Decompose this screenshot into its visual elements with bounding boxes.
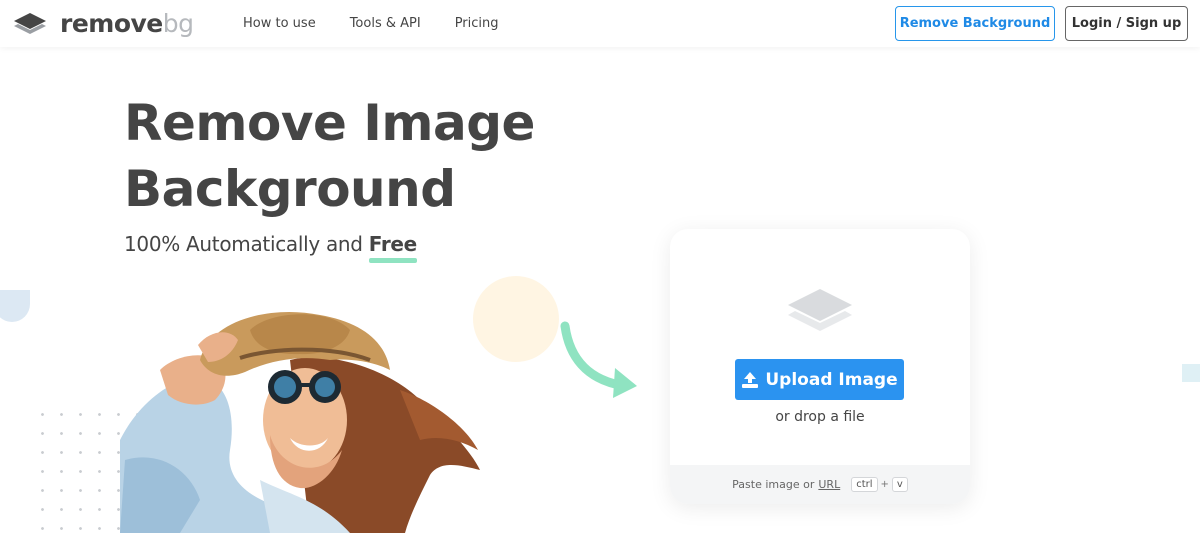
logo-word-remove: remove [60,9,163,38]
nav-tools-api[interactable]: Tools & API [350,15,421,32]
upload-image-button[interactable]: Upload Image [735,359,904,400]
paste-bar: Paste image or URL ctrl + v [670,465,970,504]
drop-file-text: or drop a file [775,409,865,425]
nav-how-to-use[interactable]: How to use [243,15,316,32]
logo-text: removebg [60,9,194,39]
top-navigation-bar: removebg How to use Tools & API Pricing … [0,0,1200,47]
hero-woman-photo [120,312,480,533]
layers-logo-icon [14,13,46,34]
login-signup-button[interactable]: Login / Sign up [1065,6,1188,41]
page-title: Remove Image Background [124,90,594,222]
main-nav: How to use Tools & API Pricing [243,15,533,32]
v-key: v [891,477,908,492]
upload-icon [742,371,759,388]
page-title-line-2: Background [124,160,456,218]
logo[interactable]: removebg [12,9,194,39]
page-subtitle: 100% Automatically and Free [124,232,417,263]
nav-pricing[interactable]: Pricing [455,15,499,32]
page-title-line-1: Remove Image [124,94,535,152]
remove-background-button[interactable]: Remove Background [895,6,1055,41]
plus-sign: + [880,479,889,490]
url-link[interactable]: URL [818,478,840,491]
decorative-square [1182,364,1200,382]
layers-icon [788,289,852,331]
upload-card[interactable]: Upload Image or drop a file Paste image … [670,229,970,504]
paste-text: Paste image or [732,478,815,491]
decorative-half-circle [0,290,30,322]
subtitle-highlight-free: Free [368,232,417,263]
upload-button-label: Upload Image [765,369,898,390]
ctrl-key: ctrl [851,477,878,492]
curved-arrow-icon [560,321,637,398]
logo-word-bg: bg [162,9,194,38]
subtitle-text: 100% Automatically and [124,232,363,256]
